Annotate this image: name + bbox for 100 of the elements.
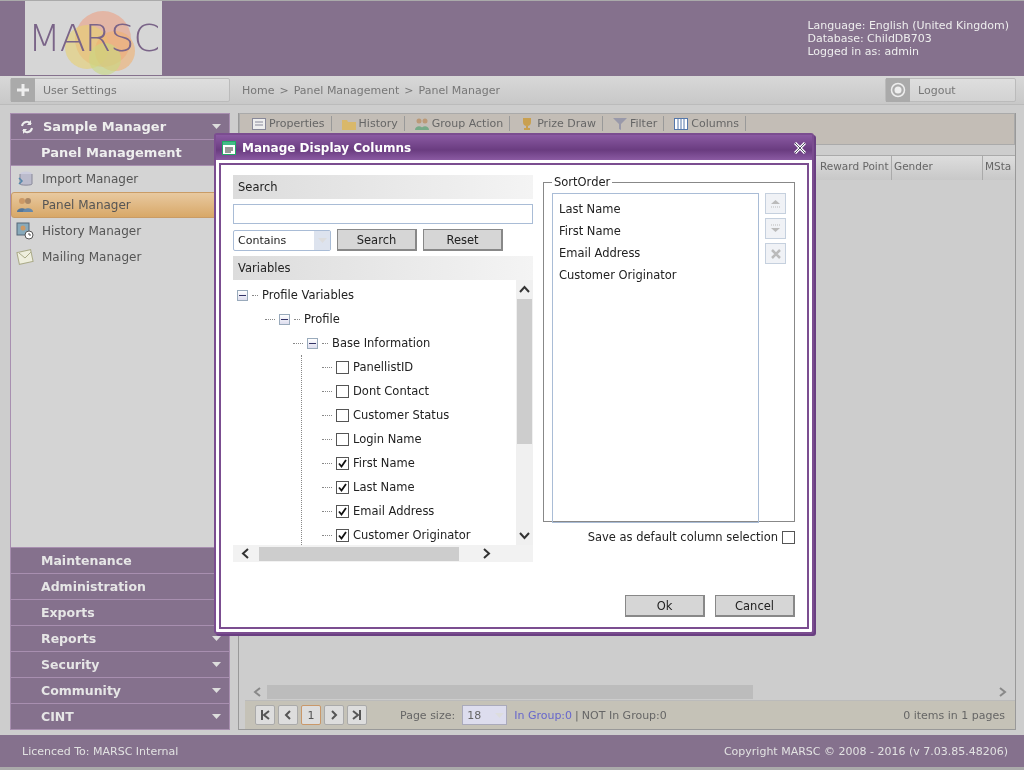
caret-icon[interactable] <box>212 688 221 693</box>
breadcrumb-separator: > <box>279 83 289 97</box>
tree-node-label[interactable]: Last Name <box>353 480 415 494</box>
session-info: Database: ChildDB703 <box>807 32 933 45</box>
page-size-label: Page size: <box>400 708 456 722</box>
search-field[interactable] <box>233 204 533 224</box>
toolbar-button[interactable]: Group Action <box>408 116 511 131</box>
checkbox[interactable] <box>336 480 349 494</box>
ok-button[interactable]: Ok <box>625 595 705 617</box>
caret-icon[interactable] <box>212 636 221 641</box>
checkbox-label: Save as default column selection <box>587 530 778 544</box>
people-icon <box>414 117 429 130</box>
previous-icon[interactable] <box>283 710 293 720</box>
power-icon <box>890 82 906 98</box>
user-settings-button[interactable]: User Settings <box>10 78 230 102</box>
refresh-icon <box>19 118 35 135</box>
tree-node-label[interactable]: Base Information <box>332 336 431 350</box>
checkbox[interactable] <box>336 384 349 398</box>
toolbar-button[interactable]: Prize Draw <box>514 116 603 131</box>
checkbox[interactable] <box>336 528 349 542</box>
page-size-dropdown[interactable]: 18 <box>462 705 508 725</box>
sidebar-section[interactable]: Reports <box>11 625 229 651</box>
up-arrow-icon <box>770 199 781 208</box>
last-page-button[interactable] <box>347 705 367 725</box>
collapse-icon[interactable] <box>307 337 318 349</box>
logout-button[interactable]: Logout <box>885 78 1016 102</box>
scroll-up-icon[interactable] <box>519 284 530 295</box>
down-arrow-icon <box>770 224 781 233</box>
checkbox[interactable] <box>336 456 349 470</box>
sidebar-section[interactable]: Sample Manager <box>11 114 229 140</box>
checkbox[interactable] <box>336 408 349 422</box>
page-number-button[interactable]: 1 <box>301 705 321 725</box>
first-page-button[interactable] <box>255 705 275 725</box>
paging-summary: 0 items in 1 pages <box>903 708 1005 722</box>
close-icon[interactable] <box>794 141 806 154</box>
checkbox[interactable] <box>336 432 349 446</box>
in-group-link[interactable]: In Group:0 <box>514 708 573 722</box>
list-item[interactable]: First Name <box>559 220 752 242</box>
section-header: Variables <box>233 256 533 280</box>
breadcrumb-separator: > <box>404 83 414 97</box>
match-dropdown[interactable]: Contains <box>233 229 331 251</box>
sidebar-section[interactable]: Community <box>11 677 229 703</box>
toolbar-button[interactable]: Filter <box>606 116 665 131</box>
scroll-left-icon[interactable] <box>241 548 249 559</box>
session-info: Language: English (United Kingdom) <box>807 19 1009 32</box>
sidebar-item[interactable]: Import Manager <box>11 166 229 192</box>
tree-node-label[interactable]: First Name <box>353 456 415 470</box>
next-page-button[interactable] <box>324 705 344 725</box>
dialog-title: Manage Display Columns <box>242 140 413 155</box>
breadcrumb-link[interactable]: Home <box>242 83 275 97</box>
list-item[interactable]: Last Name <box>559 198 752 220</box>
breadcrumb-link[interactable]: Panel Management <box>293 83 400 97</box>
licence-text: Licenced To: MARSC Internal <box>22 744 179 758</box>
sidebar-item[interactable]: History Manager <box>11 218 229 244</box>
not-in-group-count: NOT In Group:0 <box>581 708 667 722</box>
collapse-icon[interactable] <box>279 313 290 325</box>
tree-node-label[interactable]: Dont Contact <box>353 384 430 398</box>
tree-node-label[interactable]: Email Address <box>353 504 435 518</box>
database-icon <box>16 170 34 188</box>
search-button[interactable]: Search <box>337 229 417 251</box>
scroll-down-icon[interactable] <box>519 530 530 541</box>
caret-icon[interactable] <box>212 124 221 129</box>
reset-button[interactable]: Reset <box>423 229 503 251</box>
column-header[interactable]: Reward Point <box>815 156 891 180</box>
caret-icon[interactable] <box>212 714 221 719</box>
toolbar-button[interactable]: Properties <box>246 116 332 131</box>
checkbox[interactable] <box>782 530 795 544</box>
cancel-button[interactable]: Cancel <box>715 595 795 617</box>
collapse-icon[interactable] <box>237 289 248 301</box>
list-item[interactable]: Customer Originator <box>559 264 752 286</box>
caret-icon[interactable] <box>212 662 221 667</box>
column-header[interactable]: Gender <box>891 156 982 180</box>
toolbar-button[interactable]: Columns <box>668 116 747 131</box>
sidebar-item[interactable]: Mailing Manager <box>11 244 229 270</box>
tree-node-label[interactable]: Login Name <box>353 432 422 446</box>
tree-node-label[interactable]: Customer Originator <box>353 528 471 542</box>
plus-icon <box>16 83 30 97</box>
column-header[interactable]: MSta <box>982 156 1015 180</box>
session-info: Logged in as: admin <box>807 45 920 58</box>
tree-node-label[interactable]: Customer Status <box>353 408 450 422</box>
sidebar-section[interactable]: Security <box>11 651 229 677</box>
tree-node-label[interactable]: PanellistID <box>353 360 414 374</box>
x-icon <box>770 248 781 259</box>
section-header: Search <box>233 175 533 199</box>
first-page-icon[interactable] <box>260 710 270 720</box>
toolbar-button[interactable]: History <box>335 116 405 131</box>
checkbox[interactable] <box>336 360 349 374</box>
scroll-right-icon[interactable] <box>483 548 491 559</box>
checkbox[interactable] <box>336 504 349 518</box>
copyright-text: Copyright MARSC © 2008 - 2016 (v 7.03.85.48206) <box>723 744 1008 758</box>
tree-node-label[interactable]: Profile <box>304 312 340 326</box>
sidebar-section[interactable]: CINT <box>11 703 229 729</box>
previous-page-button[interactable] <box>278 705 298 725</box>
form-icon <box>252 117 266 130</box>
list-item[interactable]: Email Address <box>559 242 752 264</box>
group-label: SortOrder <box>553 175 612 189</box>
last-page-icon[interactable] <box>352 710 362 720</box>
tree-node-label[interactable]: Profile Variables <box>262 288 354 302</box>
breadcrumb-link[interactable]: Panel Manager <box>418 83 500 97</box>
next-icon[interactable] <box>329 710 339 720</box>
